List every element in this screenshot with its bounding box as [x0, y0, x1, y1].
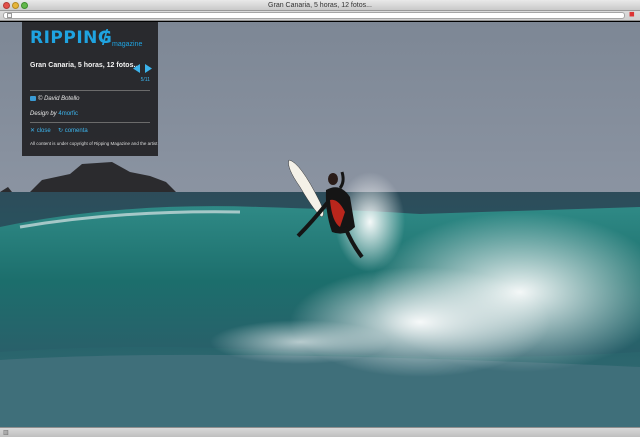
copyright-notice: All content is under copyright of Rippin…: [30, 141, 158, 146]
divider: [30, 90, 150, 91]
photo-credit-text: © David Botello: [38, 96, 80, 102]
url-field[interactable]: [3, 12, 625, 19]
grip-icon: ▥: [3, 430, 9, 436]
gallery-title: Gran Canaria, 5 horas, 12 fotos...: [30, 62, 140, 69]
arrow-right-icon: [145, 64, 152, 73]
logo-wordmark: RIPPING: [30, 28, 113, 48]
camera-icon: [30, 96, 36, 101]
next-photo-button[interactable]: [144, 60, 152, 73]
photo-counter: 5/11: [140, 77, 150, 83]
feed-icon[interactable]: ◼: [629, 11, 636, 19]
close-panel-link[interactable]: ✕ close: [30, 127, 51, 134]
comments-link[interactable]: ↻ comenta: [58, 127, 88, 134]
design-link[interactable]: 4morfic: [58, 111, 78, 117]
divider: [30, 122, 150, 123]
design-credit: Design by 4morfic: [30, 111, 78, 117]
window-title: Gran Canaria, 5 horas, 12 fotos...: [268, 2, 372, 9]
status-bar: ▥: [0, 427, 640, 437]
photo-credit: © David Botello: [30, 96, 79, 102]
logo-subtitle: magazine: [112, 41, 143, 48]
window-titlebar: Gran Canaria, 5 horas, 12 fotos...: [0, 0, 640, 11]
design-prefix: Design by: [30, 111, 57, 117]
address-bar: [0, 11, 640, 21]
page-icon: [7, 13, 12, 18]
arrow-left-icon: [133, 64, 140, 73]
prev-photo-button[interactable]: [133, 60, 141, 73]
logo-slash-icon: /: [102, 25, 109, 50]
gallery-info-panel: RIPPING / magazine Gran Canaria, 5 horas…: [22, 22, 158, 156]
